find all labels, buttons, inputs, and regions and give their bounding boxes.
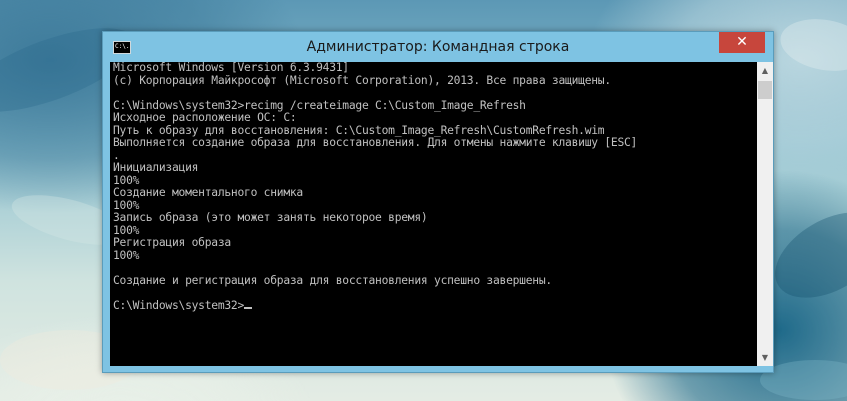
wallpaper-wave	[776, 12, 847, 78]
prompt-text: C:\Windows\system32>	[113, 298, 245, 312]
console-output[interactable]: Microsoft Windows [Version 6.3.9431] (c)…	[110, 62, 757, 366]
scroll-up-arrow-icon[interactable]: ▲	[757, 62, 773, 79]
console-line: .	[113, 148, 120, 162]
prompt-line[interactable]: C:\Windows\system32>	[110, 298, 757, 313]
console-line: Создание моментального снимка	[113, 186, 303, 199]
title-bar[interactable]: Администратор: Командная строка C:\. ✕	[103, 32, 773, 62]
text-cursor	[244, 306, 253, 309]
window-title: Администратор: Командная строка	[306, 39, 570, 55]
console-line: Создание и регистрация образа для восста…	[113, 273, 552, 287]
scroll-down-arrow-icon[interactable]: ▼	[757, 349, 773, 366]
console-line: Регистрация образа	[113, 236, 231, 249]
cmd-icon[interactable]: C:\.	[113, 41, 131, 54]
close-button[interactable]: ✕	[719, 32, 765, 53]
console-line: (c) Корпорация Майкрософт (Microsoft Cor…	[113, 73, 611, 87]
command-prompt-window[interactable]: Администратор: Командная строка C:\. ✕ M…	[102, 31, 774, 373]
console-line: Запись образа (это может занять некоторо…	[113, 211, 428, 224]
console-line: Исходное расположение ОС: C:	[113, 111, 297, 124]
scroll-thumb[interactable]	[758, 81, 772, 99]
console-line: Выполняется создание образа для восстано…	[113, 136, 638, 149]
console-line: Инициализация	[113, 161, 199, 174]
console-line: 100%	[113, 248, 140, 262]
console-line: Microsoft Windows [Version 6.3.9431]	[113, 62, 349, 74]
vertical-scrollbar[interactable]: ▲ ▼	[757, 62, 773, 366]
